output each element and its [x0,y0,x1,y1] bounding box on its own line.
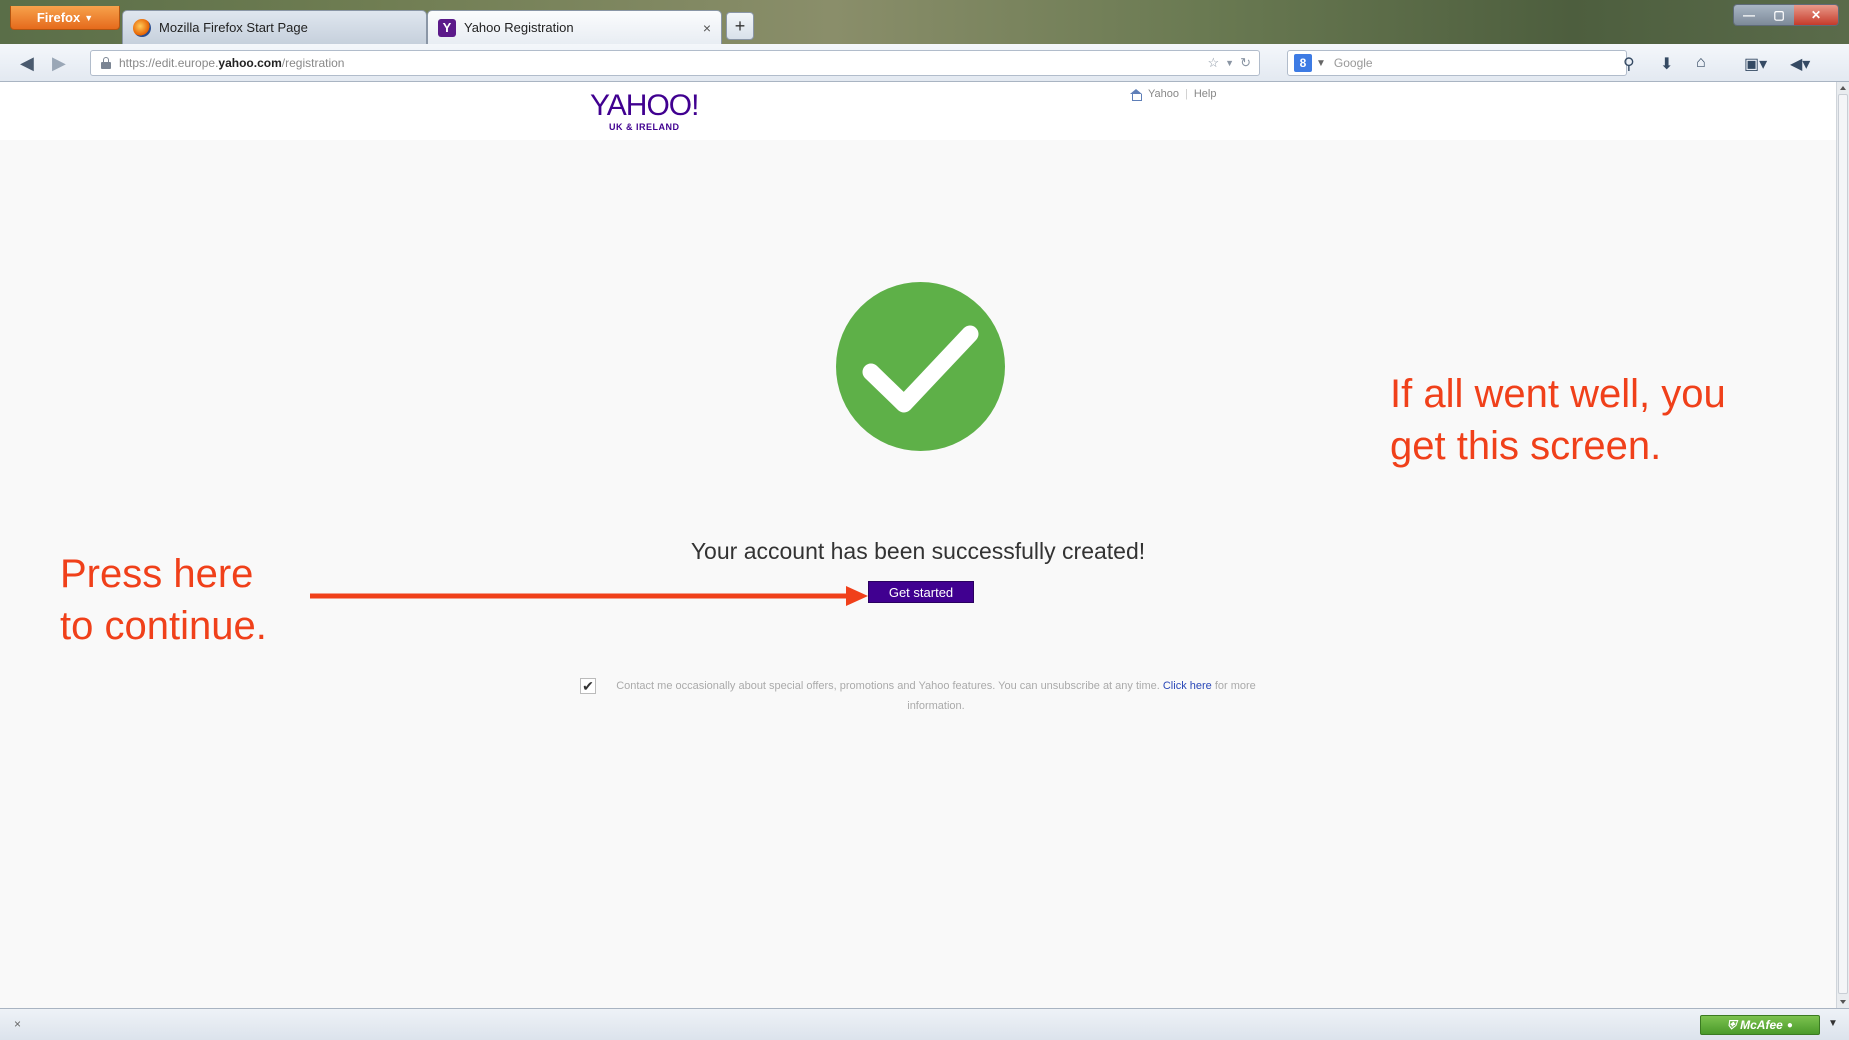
tab-title: Mozilla Firefox Start Page [159,20,308,35]
firefox-menu-button[interactable]: Firefox ▼ [10,6,120,30]
close-addon-bar-icon[interactable]: × [14,1017,21,1031]
click-here-link[interactable]: Click here [1163,680,1212,692]
yahoo-home-link[interactable]: Yahoo [1148,88,1179,100]
vertical-scrollbar[interactable] [1836,82,1849,1008]
status-bar: × ⛨ McAfee ● ▼ [0,1008,1849,1040]
logo-main: YAHOO! [590,89,699,122]
tab-yahoo-registration[interactable]: Y Yahoo Registration × [427,10,722,44]
navigation-bar: ◀ ▶ https://edit.europe. yahoo.com /regi… [0,44,1849,82]
forward-arrow-icon[interactable]: ▶ [52,53,66,74]
consent-text-before: Contact me occasionally about special of… [616,680,1160,692]
tab-firefox-start-page[interactable]: Mozilla Firefox Start Page [122,10,427,44]
checkmark-icon [862,325,979,413]
minimize-button[interactable]: — [1734,5,1764,25]
success-message: Your account has been successfully creat… [690,538,1146,564]
bookmarks-icon[interactable]: ▣▾ [1744,54,1767,74]
search-engine-dropdown-icon[interactable]: ▼ [1316,58,1326,69]
star-icon[interactable]: ☆ [1208,55,1220,71]
title-bar: Firefox ▼ Mozilla Firefox Start Page Y Y… [0,0,1849,44]
lock-icon [101,57,111,69]
page-content: YAHOO! UK & IRELAND Yahoo | Help Your ac… [0,82,1836,1008]
pocket-icon[interactable]: ◀▾ [1790,54,1810,74]
consent-checkbox[interactable]: ✔ [580,678,596,694]
divider: | [1185,88,1188,100]
url-domain: yahoo.com [218,56,282,70]
url-actions: ☆ ▼ ↻ [1208,55,1259,71]
annotation-press-here: Press here to continue. [60,548,267,652]
scroll-thumb[interactable] [1838,94,1848,994]
tab-title: Yahoo Registration [464,20,574,35]
mcafee-status-icon: ● [1786,1019,1793,1031]
back-arrow-icon[interactable]: ◀ [20,53,34,74]
header-links: Yahoo | Help [1130,88,1217,101]
search-input[interactable]: 8 ▼ Google [1287,50,1627,76]
url-prefix: https://edit.europe. [119,56,219,70]
mcafee-button[interactable]: ⛨ McAfee ● [1700,1015,1820,1035]
url-bar[interactable]: https://edit.europe. yahoo.com /registra… [90,50,1260,76]
logo-sub: UK & IRELAND [608,122,680,132]
maximize-button[interactable]: ▢ [1764,5,1794,25]
reload-icon[interactable]: ↻ [1240,55,1251,71]
download-icon[interactable]: ⬇ [1660,54,1673,74]
google-icon: 8 [1294,54,1312,72]
yahoo-favicon: Y [438,18,456,37]
success-checkmark-icon [836,282,1005,451]
window-controls: — ▢ ✕ [1733,4,1839,26]
close-tab-icon[interactable]: × [703,20,711,36]
consent-section: ✔ Contact me occasionally about special … [580,676,1260,716]
scroll-up-icon[interactable] [1840,86,1846,90]
mcafee-label: McAfee [1740,1018,1783,1032]
get-started-button[interactable]: Get started [868,581,974,603]
yahoo-logo[interactable]: YAHOO! UK & IRELAND [590,89,699,133]
annotation-line: to continue. [60,604,267,648]
scroll-down-icon[interactable] [1840,1000,1846,1004]
mcafee-icon: ⛨ [1727,1017,1737,1032]
search-icon[interactable]: ⚲ [1623,54,1635,74]
new-tab-button[interactable]: + [726,12,754,40]
firefox-menu-label: Firefox [36,10,81,25]
help-link[interactable]: Help [1194,88,1217,100]
home-icon[interactable]: ⌂ [1696,54,1706,72]
annotation-line: Press here [60,552,254,596]
annotation-line: get this screen. [1390,424,1662,468]
consent-text: Contact me occasionally about special of… [580,676,1260,716]
close-window-button[interactable]: ✕ [1794,5,1838,25]
mcafee-dropdown-icon[interactable]: ▼ [1828,1018,1838,1029]
url-path: /registration [281,56,345,70]
dropdown-icon[interactable]: ▼ [1225,58,1234,68]
annotation-line: If all went well, you [1390,372,1726,416]
search-placeholder: Google [1333,56,1373,70]
page-header: YAHOO! UK & IRELAND Yahoo | Help [0,82,1836,140]
chevron-down-icon: ▼ [84,12,94,23]
annotation-success-screen: If all went well, you get this screen. [1390,368,1726,472]
home-icon [1130,88,1142,101]
firefox-icon [133,18,151,37]
